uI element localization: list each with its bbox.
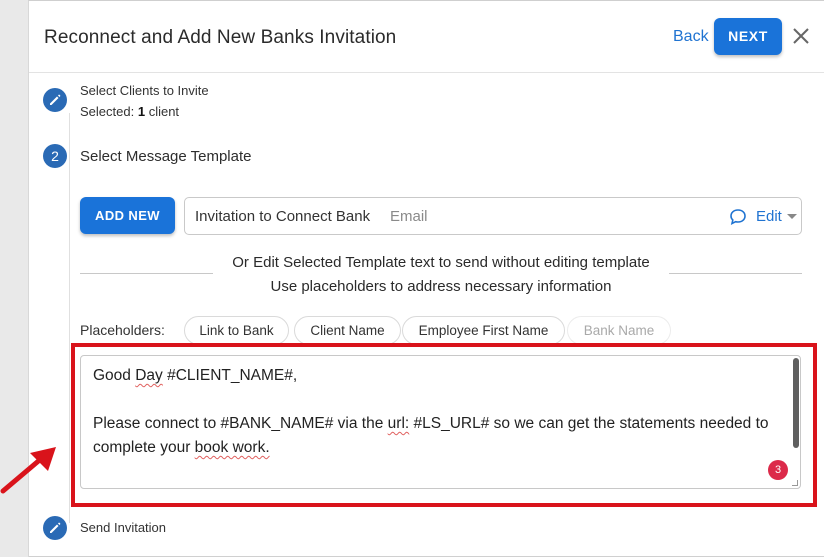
invitation-dialog: Reconnect and Add New Banks Invitation B… (28, 0, 824, 557)
add-new-template-button[interactable]: ADD NEW (80, 197, 175, 234)
step3-pencil-icon[interactable] (43, 516, 67, 540)
dialog-title: Reconnect and Add New Banks Invitation (44, 27, 397, 48)
divider-right (669, 273, 802, 274)
step1-title: Select Clients to Invite (80, 83, 209, 98)
resize-handle-icon[interactable] (792, 480, 798, 486)
close-icon[interactable] (790, 25, 812, 47)
step1-pencil-icon[interactable] (43, 88, 67, 112)
divider-left (80, 273, 213, 274)
back-link[interactable]: Back (673, 28, 709, 46)
annotation-arrow-icon (0, 447, 56, 494)
dialog-header: Reconnect and Add New Banks Invitation B… (29, 1, 824, 73)
placeholder-chip-link-to-bank[interactable]: Link to Bank (184, 316, 289, 345)
chat-bubble-icon[interactable] (728, 207, 748, 227)
pencil-icon (50, 94, 61, 105)
placeholder-chip-client-name[interactable]: Client Name (294, 316, 401, 345)
caret-down-icon[interactable] (787, 214, 797, 219)
selected-clients-count: Selected: 1 client (80, 104, 180, 119)
step3-title: Send Invitation (80, 520, 167, 535)
placeholders-hint: Use placeholders to address necessary in… (270, 278, 612, 295)
placeholder-chip-employee-first-name[interactable]: Employee First Name (402, 316, 565, 345)
message-scrollbar[interactable] (792, 356, 800, 488)
placeholder-chip-bank-name: Bank Name (567, 316, 671, 345)
placeholders-label: Placeholders: (80, 322, 165, 338)
template-type: Email (390, 208, 428, 225)
pencil-icon (50, 522, 61, 533)
template-name: Invitation to Connect Bank (195, 208, 371, 225)
message-textarea[interactable]: Good Day #CLIENT_NAME#, Please connect t… (80, 355, 801, 489)
step2-title: Select Message Template (80, 148, 252, 165)
template-select[interactable]: Invitation to Connect Bank Email Edit (184, 197, 802, 235)
scrollbar-thumb[interactable] (793, 358, 799, 448)
next-button[interactable]: NEXT (714, 18, 782, 55)
counter-badge: 3 (768, 460, 788, 480)
step2-number: 2 (43, 144, 67, 168)
template-edit-hint: Or Edit Selected Template text to send w… (232, 254, 650, 271)
stepper-line (69, 113, 70, 523)
message-text: Good Day #CLIENT_NAME#, Please connect t… (93, 367, 773, 488)
edit-template-link[interactable]: Edit (756, 208, 782, 225)
